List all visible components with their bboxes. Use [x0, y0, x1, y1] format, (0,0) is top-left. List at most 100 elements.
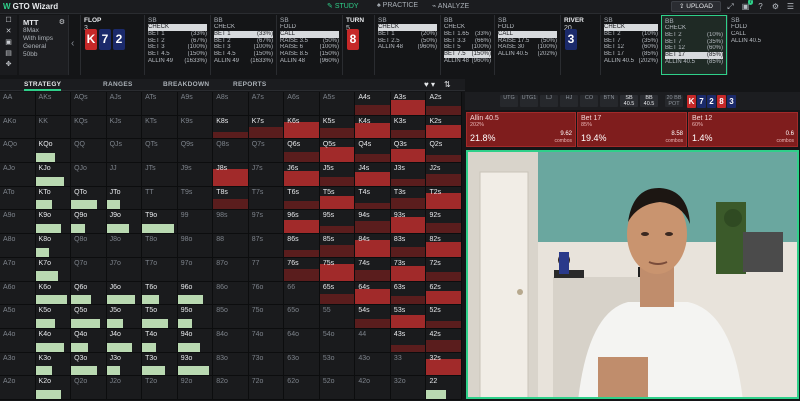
action-option[interactable]: BET 1 (33%) — [214, 30, 273, 38]
settings-small-icon[interactable]: ⇅ — [444, 80, 451, 89]
expand-icon[interactable]: ⤢ — [725, 1, 736, 12]
summary-0[interactable]: Allin 40.5 202% 21.8% 9.62 combos — [466, 112, 576, 147]
range-cell[interactable]: 84s — [355, 234, 391, 258]
action-option[interactable]: BET 7.5 (150%) — [444, 51, 491, 58]
action-option[interactable]: CALL — [498, 30, 557, 38]
range-cell[interactable]: AKs — [35, 92, 72, 116]
action-option[interactable]: BET 7 (35%) — [604, 38, 658, 45]
range-cell[interactable]: 52o — [319, 376, 356, 400]
range-cell[interactable]: 42o — [355, 376, 391, 400]
range-cell[interactable]: 76s — [284, 257, 320, 282]
range-cell[interactable]: K5s — [319, 115, 356, 140]
range-cell[interactable]: Q4o — [71, 328, 107, 353]
range-cell[interactable]: Q4s — [355, 139, 391, 164]
range-cell[interactable]: 75o — [248, 305, 285, 329]
range-cell[interactable]: 76o — [248, 281, 285, 306]
tab-ranges[interactable]: RANGES — [103, 81, 133, 88]
range-cell[interactable]: 95o — [177, 305, 214, 329]
app-logo[interactable]: W GTO Wizard — [3, 2, 58, 11]
tab-study[interactable]: ✎ STUDY — [327, 2, 359, 10]
range-cell[interactable]: A7o — [0, 257, 36, 282]
action-option[interactable]: RAISE 3.5 (50%) — [280, 38, 339, 45]
range-cell[interactable]: AJo — [0, 163, 36, 187]
range-cell[interactable]: QTo — [71, 186, 107, 211]
action-option[interactable]: CHECK — [665, 25, 723, 32]
range-cell[interactable]: 98s — [213, 210, 249, 235]
action-option[interactable]: CHECK — [148, 24, 207, 31]
action-option[interactable]: BET 4.5 (150%) — [214, 51, 273, 58]
range-cell[interactable]: K7o — [35, 257, 72, 282]
action-option[interactable]: BET 12 (60%) — [604, 44, 658, 51]
range-cell[interactable]: J7s — [248, 163, 285, 187]
range-cell[interactable]: Q3o — [71, 352, 107, 377]
range-cell[interactable]: T3o — [142, 352, 178, 377]
tab-strategy[interactable]: STRATEGY — [24, 81, 62, 91]
range-cell[interactable]: 64s — [355, 281, 391, 306]
range-cell[interactable]: T8o — [142, 234, 178, 258]
range-cell[interactable]: Q3s — [390, 139, 427, 164]
range-cell[interactable]: 54o — [319, 328, 356, 353]
range-cell[interactable]: 94o — [177, 328, 214, 353]
range-cell[interactable]: K7s — [248, 115, 285, 140]
action-option[interactable]: ALLIN 48 (960%) — [378, 44, 437, 51]
range-cell[interactable]: 64o — [284, 328, 320, 353]
range-cell[interactable]: J7o — [106, 257, 143, 282]
range-cell[interactable]: K2o — [35, 376, 72, 400]
range-cell[interactable]: 66 — [284, 281, 320, 306]
range-cell[interactable]: T9s — [177, 186, 214, 211]
range-cell[interactable]: 98o — [177, 234, 214, 258]
range-cell[interactable]: J3s — [390, 163, 427, 187]
range-cell[interactable]: KK — [35, 115, 72, 140]
action-option[interactable]: BET 1.65 (33%) — [444, 31, 491, 38]
action-option[interactable]: BET 7 (35%) — [665, 39, 723, 46]
action-option[interactable]: CHECK — [378, 24, 437, 31]
settings-icon[interactable]: ⚙ — [770, 1, 781, 12]
range-cell[interactable]: 63o — [284, 352, 320, 377]
action-option[interactable]: ALLIN 40.5 (202%) — [498, 51, 557, 58]
action-option[interactable]: CHECK — [214, 24, 273, 31]
range-cell[interactable]: 99 — [177, 210, 214, 235]
range-cell[interactable]: 95s — [319, 210, 356, 235]
range-cell[interactable]: J5o — [106, 305, 143, 329]
range-cell[interactable]: QQ — [71, 139, 107, 164]
position-filter-utg[interactable]: UTG — [500, 95, 518, 107]
range-cell[interactable]: Q9o — [71, 210, 107, 235]
range-cell[interactable]: KTo — [35, 186, 72, 211]
range-cell[interactable]: A8s — [213, 92, 249, 116]
range-cell[interactable]: 82s — [426, 234, 462, 258]
street-col-9[interactable]: SB CHECK BET 2 (10%) BET 7 (35%) BET 12 (60%) BE… — [600, 15, 661, 75]
range-cell[interactable]: 74s — [355, 257, 391, 282]
range-cell[interactable]: 87s — [248, 234, 285, 258]
range-cell[interactable]: A9o — [0, 210, 36, 235]
range-cell[interactable]: 93o — [177, 352, 214, 377]
range-cell[interactable]: 62o — [284, 376, 320, 400]
range-cell[interactable]: 73s — [390, 257, 427, 282]
range-cell[interactable]: 83s — [390, 234, 427, 258]
street-col-11[interactable]: SB FOLD CALL ALLIN 40.5 — [727, 15, 775, 75]
range-cell[interactable]: K5o — [35, 305, 72, 329]
action-option[interactable]: BET 4.5 (150%) — [148, 51, 207, 58]
range-cell[interactable]: 62s — [426, 281, 462, 306]
range-cell[interactable]: 74o — [248, 328, 285, 353]
summary-2[interactable]: Bet 12 60% 1.4% 0.6 combos — [688, 112, 798, 147]
range-cell[interactable]: JTo — [106, 186, 143, 211]
range-cell[interactable]: ATo — [0, 186, 36, 211]
range-cell[interactable]: 86o — [213, 281, 249, 306]
street-col-0[interactable]: FLOP3K72 — [80, 15, 144, 75]
action-option[interactable]: BET 1 (33%) — [148, 31, 207, 38]
range-cell[interactable]: K4s — [355, 115, 391, 140]
range-cell[interactable]: J8s — [213, 163, 249, 187]
street-col-3[interactable]: SB FOLD CALL RAISE 3.5 (50%) RAISE 6 (100%) RAI… — [276, 15, 342, 75]
position-filter-co[interactable]: CO — [580, 95, 598, 107]
range-cell[interactable]: 94s — [355, 210, 391, 235]
range-cell[interactable]: QTs — [142, 139, 178, 164]
range-cell[interactable]: 55 — [319, 305, 356, 329]
move-button[interactable]: ✥ — [0, 59, 17, 70]
action-option[interactable]: ALLIN 48 (960%) — [444, 58, 491, 65]
range-cell[interactable]: 43o — [355, 352, 391, 377]
range-cell[interactable]: T9o — [142, 210, 178, 235]
range-cell[interactable]: 53s — [390, 305, 427, 329]
game-info-panel[interactable]: MTT ⚙ 8Max With limps General 50bb — [19, 15, 69, 75]
street-col-10[interactable]: BB CHECK BET 2 (10%) BET 7 (35%) BET 12 (60%) BE… — [661, 15, 727, 75]
range-cell[interactable]: AQs — [71, 92, 107, 116]
